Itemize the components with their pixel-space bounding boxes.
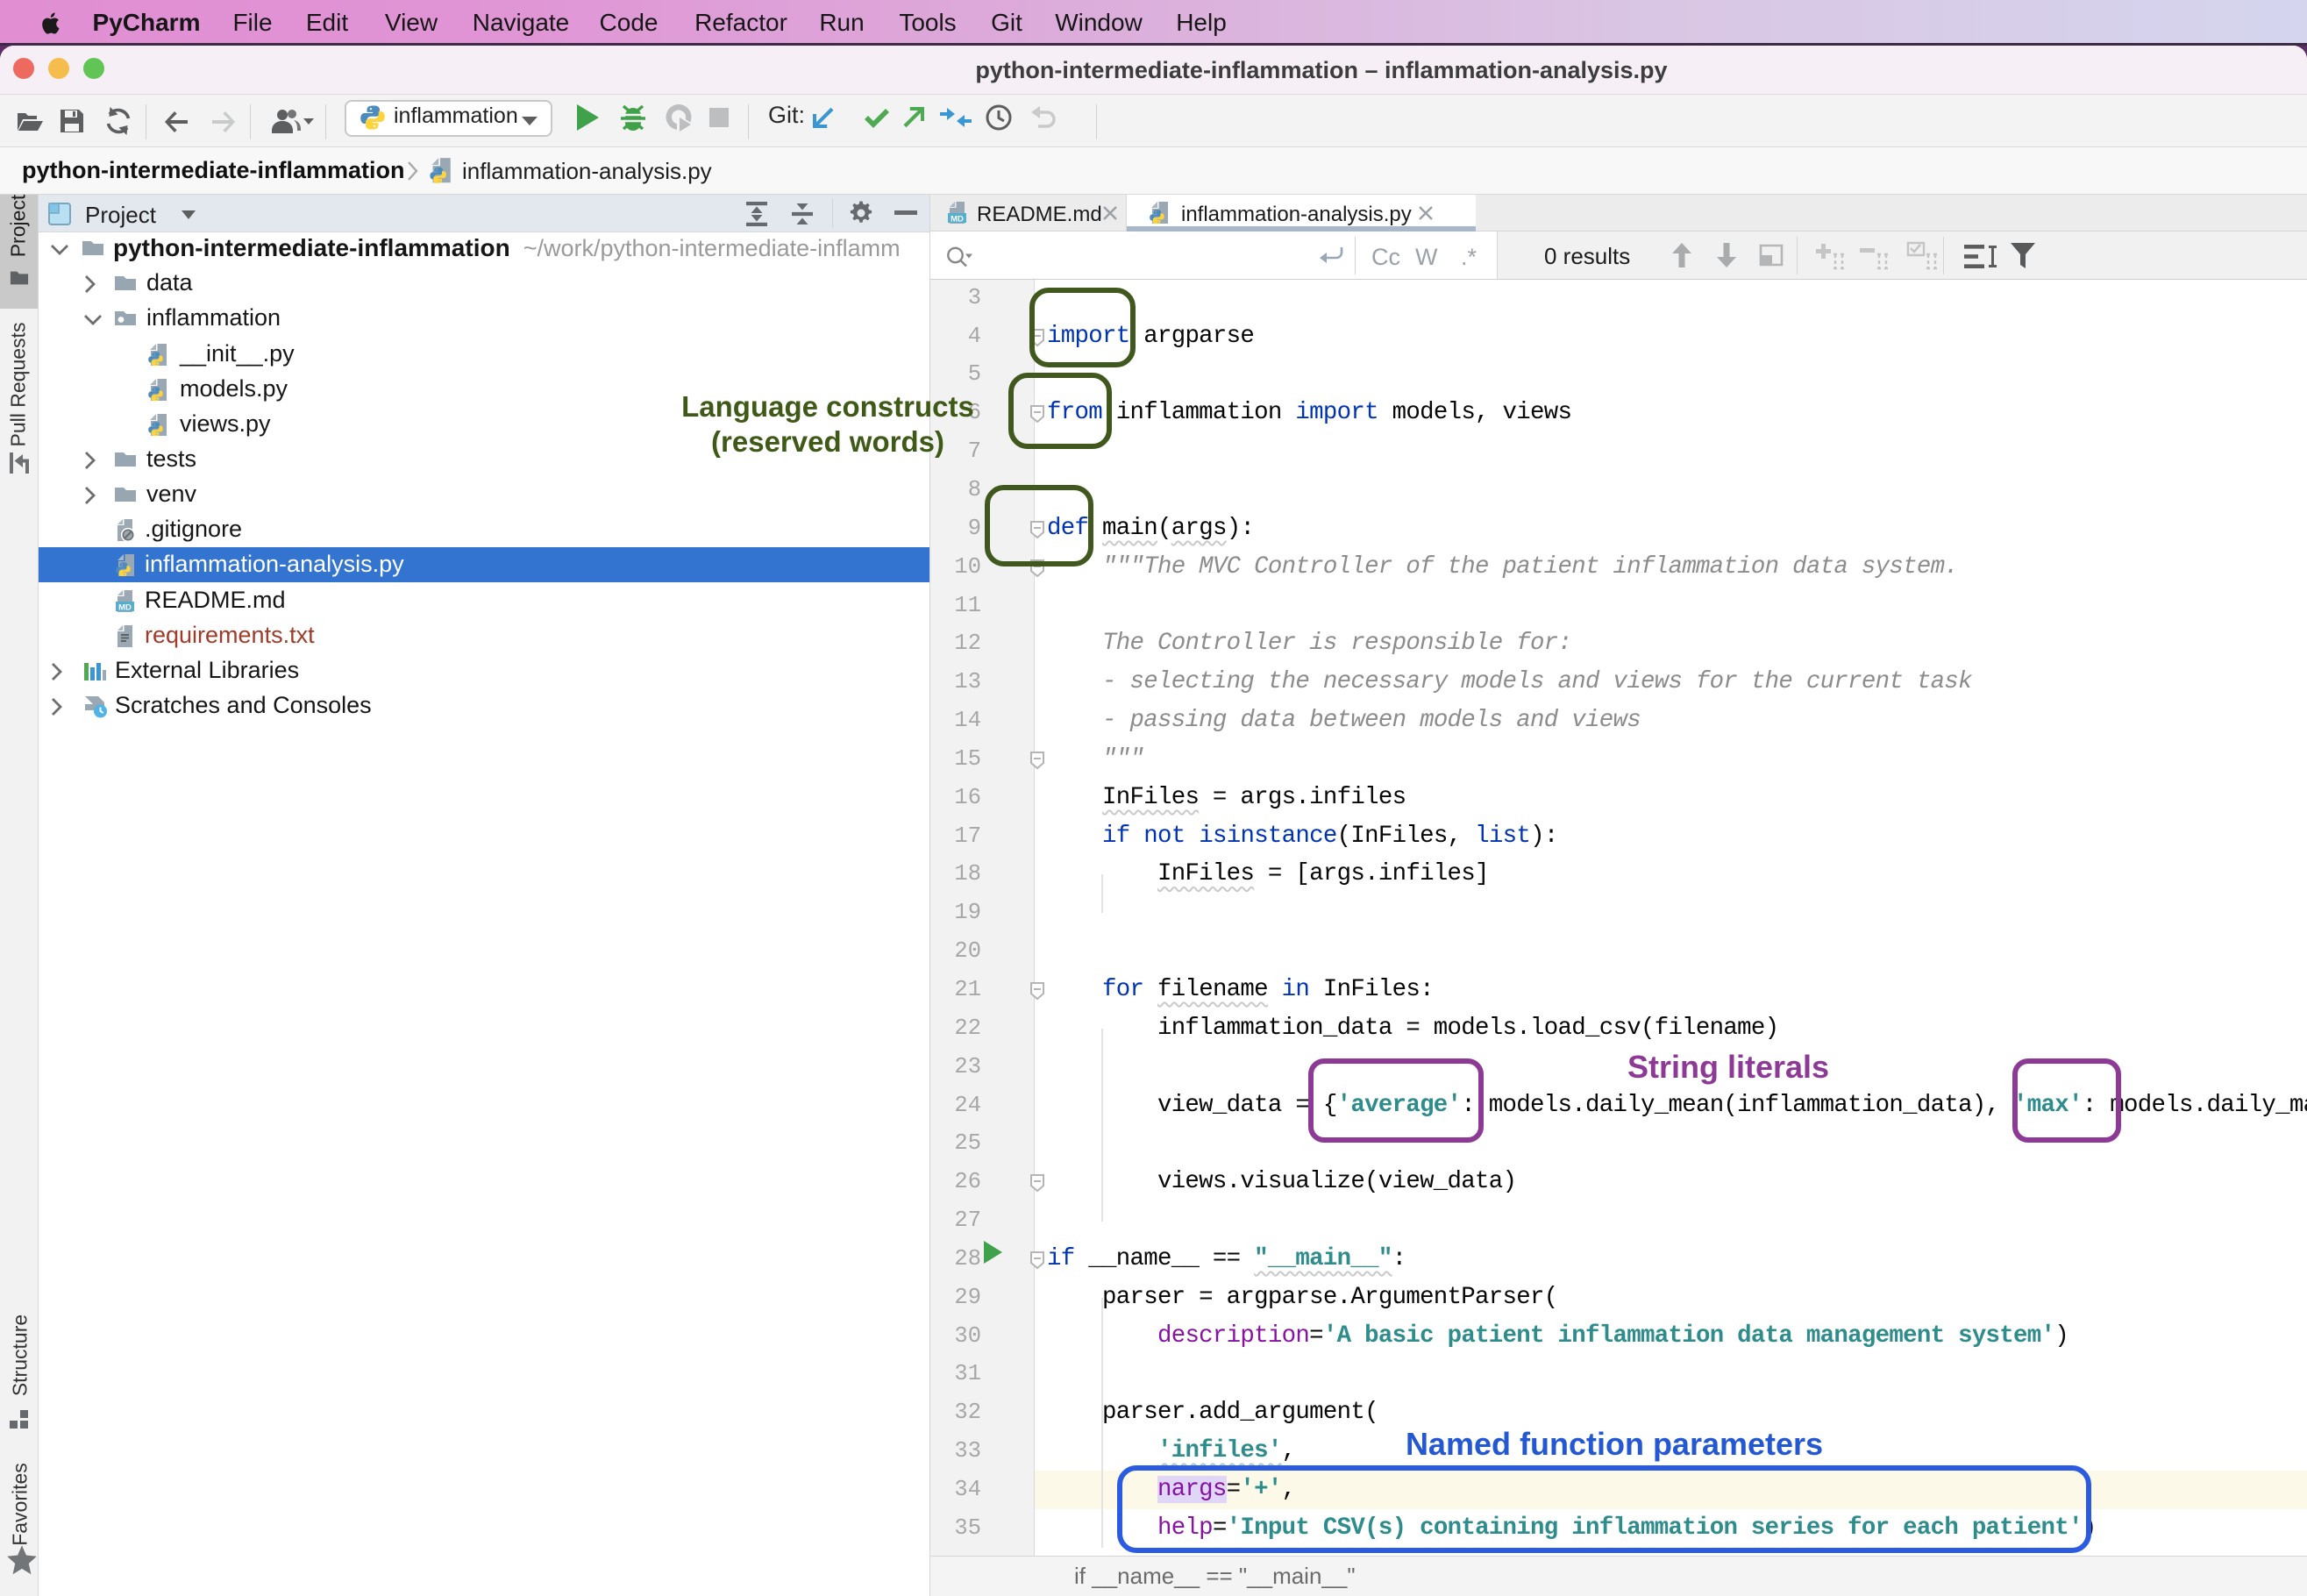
svg-text:MD: MD	[951, 214, 964, 224]
svg-text:MD: MD	[118, 602, 132, 612]
